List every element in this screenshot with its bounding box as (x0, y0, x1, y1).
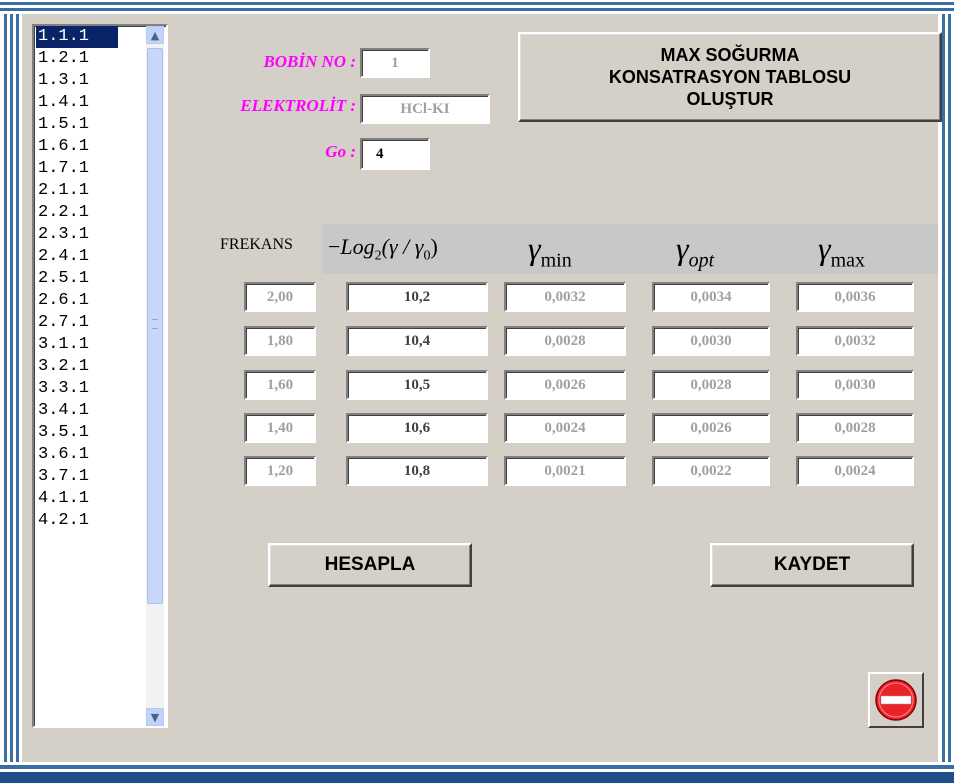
cell-log[interactable]: 10,8 (346, 456, 488, 486)
grip-icon (152, 319, 158, 329)
list-item[interactable]: 2.1.1 (34, 180, 144, 202)
cell-max[interactable]: 0,0032 (796, 326, 914, 356)
cell-max[interactable]: 0,0030 (796, 370, 914, 400)
list-item[interactable]: 2.2.1 (34, 202, 144, 224)
cell-opt[interactable]: 0,0030 (652, 326, 770, 356)
cell-min[interactable]: 0,0026 (504, 370, 626, 400)
window-right-border (938, 14, 954, 762)
list-item[interactable]: 4.2.1 (34, 510, 144, 532)
window-top-border (0, 0, 954, 14)
list-item[interactable]: 1.4.1 (34, 92, 144, 114)
create-table-line2: KONSATRASYON TABLOSU (608, 67, 852, 87)
log-close: ) (430, 234, 438, 259)
go-field[interactable]: 4 (360, 138, 430, 170)
bobin-no-label: BOBİN NO : (263, 52, 356, 71)
elektrolit-field[interactable]: HCl-KI (360, 94, 490, 124)
elektrolit-label: ELEKTROLİT : (240, 96, 356, 115)
ymax-header: γmax (818, 230, 865, 272)
list-item[interactable]: 3.7.1 (34, 466, 144, 488)
list-item[interactable]: 1.2.1 (34, 48, 144, 70)
coil-list-items: 1.1.1 1.2.1 1.3.1 1.4.1 1.5.1 1.6.1 1.7.1 2.1.1… (34, 26, 144, 532)
list-item[interactable]: 1.7.1 (34, 158, 144, 180)
yopt-sub: opt (688, 249, 715, 272)
cell-opt[interactable]: 0,0034 (652, 282, 770, 312)
create-table-line1: MAX SOĞURMA (660, 45, 800, 65)
list-item[interactable]: 2.5.1 (34, 268, 144, 290)
cell-freq[interactable]: 2,00 (244, 282, 316, 312)
kaydet-button[interactable]: KAYDET (710, 543, 914, 587)
list-scrollbar[interactable]: ▲ ▼ (146, 26, 164, 726)
list-item[interactable]: 3.6.1 (34, 444, 144, 466)
ymax-sub: max (830, 249, 866, 272)
cell-max[interactable]: 0,0036 (796, 282, 914, 312)
log-args: (γ / γ (381, 234, 424, 259)
go-label: Go : (325, 142, 356, 161)
list-item[interactable]: 3.4.1 (34, 400, 144, 422)
window-left-border (0, 14, 22, 762)
list-item[interactable]: 1.3.1 (34, 70, 144, 92)
list-item[interactable]: 2.7.1 (34, 312, 144, 334)
chevron-down-icon: ▼ (150, 710, 160, 724)
ymin-header: γmin (528, 230, 572, 272)
cell-freq[interactable]: 1,80 (244, 326, 316, 356)
log-header: −Log2(γ / γ0) (328, 234, 438, 264)
cell-min[interactable]: 0,0028 (504, 326, 626, 356)
ymin-sub: min (540, 249, 572, 272)
list-item[interactable]: 3.5.1 (34, 422, 144, 444)
cell-log[interactable]: 10,2 (346, 282, 488, 312)
log-base: 2 (374, 248, 382, 264)
create-table-button[interactable]: MAX SOĞURMA KONSATRASYON TABLOSU OLUŞTUR (518, 32, 942, 122)
scroll-thumb[interactable] (147, 48, 163, 604)
cell-min[interactable]: 0,0021 (504, 456, 626, 486)
cell-log[interactable]: 10,5 (346, 370, 488, 400)
cell-max[interactable]: 0,0024 (796, 456, 914, 486)
ymax-gamma: γ (818, 230, 831, 266)
cell-freq[interactable]: 1,20 (244, 456, 316, 486)
cell-freq[interactable]: 1,40 (244, 413, 316, 443)
cell-min[interactable]: 0,0032 (504, 282, 626, 312)
list-item[interactable]: 4.1.1 (34, 488, 144, 510)
list-item[interactable]: 3.3.1 (34, 378, 144, 400)
cell-max[interactable]: 0,0028 (796, 413, 914, 443)
scroll-up-button[interactable]: ▲ (146, 26, 164, 44)
scroll-down-button[interactable]: ▼ (146, 708, 164, 726)
list-item[interactable]: 1.6.1 (34, 136, 144, 158)
cell-log[interactable]: 10,4 (346, 326, 488, 356)
list-item[interactable]: 2.4.1 (34, 246, 144, 268)
bobin-no-field[interactable]: 1 (360, 48, 430, 78)
chevron-up-icon: ▲ (150, 28, 160, 42)
frekans-header: FREKANS (220, 236, 293, 253)
list-item[interactable]: 2.3.1 (34, 224, 144, 246)
list-item[interactable]: 3.2.1 (34, 356, 144, 378)
cell-opt[interactable]: 0,0028 (652, 370, 770, 400)
list-item[interactable]: 1.1.1 (36, 26, 118, 48)
exit-button[interactable] (868, 672, 924, 728)
create-table-line3: OLUŞTUR (686, 89, 774, 109)
list-item[interactable]: 2.6.1 (34, 290, 144, 312)
cell-freq[interactable]: 1,60 (244, 370, 316, 400)
coil-listbox[interactable]: 1.1.1 1.2.1 1.3.1 1.4.1 1.5.1 1.6.1 1.7.1 2.1.1… (32, 24, 168, 728)
cell-log[interactable]: 10,6 (346, 413, 488, 443)
cell-min[interactable]: 0,0024 (504, 413, 626, 443)
hesapla-button[interactable]: HESAPLA (268, 543, 472, 587)
log-text: Log (340, 234, 375, 259)
list-item[interactable]: 3.1.1 (34, 334, 144, 356)
log-minus: − (328, 234, 341, 259)
cell-opt[interactable]: 0,0026 (652, 413, 770, 443)
ymin-gamma: γ (528, 230, 541, 266)
stop-icon (875, 679, 917, 721)
yopt-gamma: γ (676, 230, 689, 266)
list-item[interactable]: 1.5.1 (34, 114, 144, 136)
yopt-header: γopt (676, 230, 714, 272)
window-bottom-border (0, 762, 954, 783)
cell-opt[interactable]: 0,0022 (652, 456, 770, 486)
